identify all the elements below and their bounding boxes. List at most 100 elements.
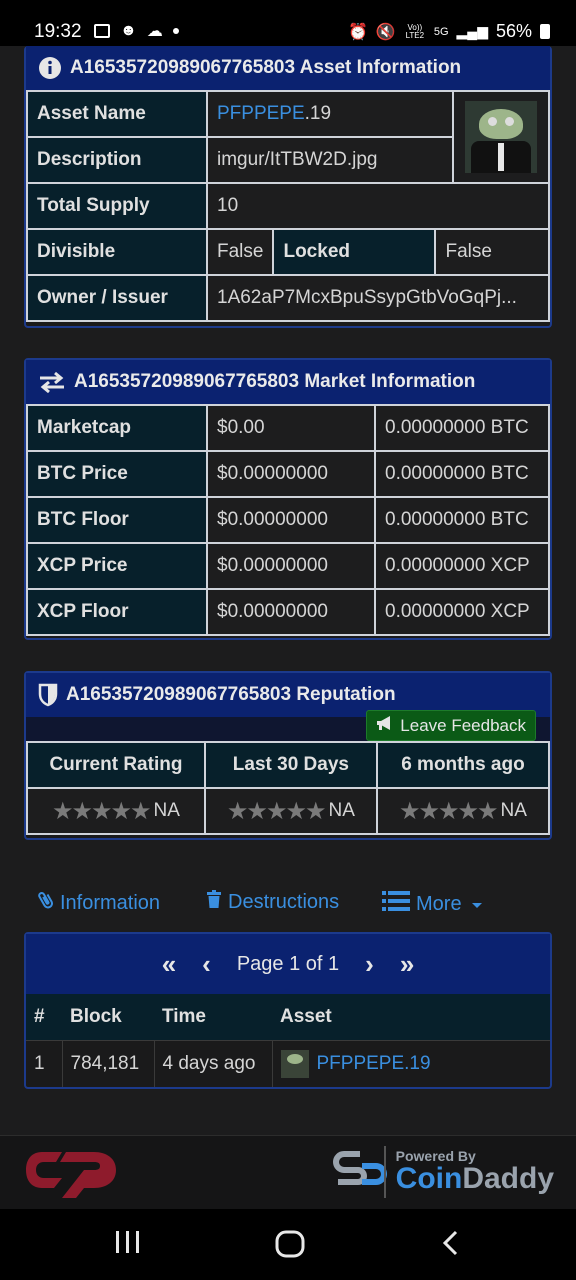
btc-price-usd: $0.00000000 [206,450,376,498]
xcp-price-native: 0.00000000 XCP [374,542,550,590]
history-table: # Block Time Asset 1 784,181 4 days ago … [26,994,550,1087]
feedback-row: Leave Feedback [26,710,550,741]
coindaddy-logo[interactable]: Powered By CoinDaddy [332,1144,554,1200]
block-link[interactable]: 784,181 [62,1040,155,1087]
owner-label: Owner / Issuer [26,274,208,322]
back-icon[interactable] [440,1229,462,1265]
description-value: imgur/ItTBW2D.jpg [206,136,454,184]
status-time: 19:32 [34,21,82,42]
bullhorn-icon [376,715,394,736]
shield-icon [38,683,58,707]
divisible-value: False [205,228,275,276]
more-notifications-dot [172,28,179,34]
owner-link[interactable]: 1A62aP7McxBpuSsypGtbVoGqPj... [206,274,550,322]
star-rating-icon: ★★★★★ [398,797,499,825]
current-rating-header: Current Rating [26,741,206,789]
list-icon [382,890,410,918]
battery-icon [540,24,550,39]
tab-destructions[interactable]: Destructions [206,890,339,914]
tab-information[interactable]: Information [38,890,160,916]
home-icon[interactable] [274,1229,306,1267]
row-number: 1 [26,1040,63,1087]
star-rating-icon: ★★★★★ [51,797,152,825]
btc-price-native: 0.00000000 BTC [374,450,550,498]
six-months-cell: ★★★★★ NA [375,787,551,835]
brand-coin: Coin [395,1162,463,1195]
first-page-icon[interactable]: « [162,949,176,980]
battery-percent: 56% [495,21,532,41]
xcp-price-label: XCP Price [26,542,208,590]
coindaddy-mark-icon [332,1146,387,1198]
mute-icon: 🔇 [375,23,396,41]
history-panel: « ‹ Page 1 of 1 › » # Block Time Asset 1… [24,932,552,1089]
total-supply-label: Total Supply [26,182,208,230]
status-bar: 19:32 ☻ ☁ ⏰ 🔇 Vo)) LTE2 5G ▂▄▆ 56% [0,0,576,46]
footer: Powered By CoinDaddy [0,1135,576,1210]
asset-image[interactable] [465,101,537,173]
recent-apps-icon[interactable] [114,1229,142,1263]
marketcap-usd: $0.00 [206,404,376,452]
current-rating-value: NA [153,800,180,821]
reputation-panel: A16535720989067765803 Reputation Leave F… [24,671,552,840]
asset-cell: PFPPEPE.19 [272,1040,550,1087]
description-label: Description [26,136,208,184]
caret-down-icon [471,903,482,908]
reputation-title: A16535720989067765803 Reputation [66,684,396,705]
coindaddy-brand: CoinDaddy [396,1162,554,1196]
six-months-value: NA [500,800,527,821]
asset-info-title: A16535720989067765803 Asset Information [70,57,462,78]
page-indicator: Page 1 of 1 [236,952,340,975]
leave-feedback-button[interactable]: Leave Feedback [366,710,536,741]
tab-more[interactable]: More [382,890,482,918]
xcp-floor-usd: $0.00000000 [206,588,376,636]
btc-price-label: BTC Price [26,450,208,498]
info-icon [38,56,62,80]
counterparty-logo[interactable] [22,1144,122,1206]
marketcap-label: Marketcap [26,404,208,452]
volte-icon: Vo)) LTE2 [405,22,425,40]
xcp-price-usd: $0.00000000 [206,542,376,590]
locked-label: Locked [272,228,437,276]
btc-floor-native: 0.00000000 BTC [374,496,550,544]
col-number-header: # [26,994,62,1041]
asset-name-suffix: .19 [304,103,332,124]
asset-info-header: A16535720989067765803 Asset Information [26,46,550,90]
marketcap-native: 0.00000000 BTC [374,404,550,452]
market-info-header: A16535720989067765803 Market Information [26,360,550,404]
btc-floor-usd: $0.00000000 [206,496,376,544]
asset-name-label: Asset Name [26,90,208,138]
coindaddy-text: Powered By CoinDaddy [396,1148,554,1196]
locked-value: False [434,228,550,276]
tab-bar: Information Destructions More [38,888,538,918]
asset-info-panel: A16535720989067765803 Asset Information … [24,46,552,328]
notification-icons: ☻ ☁ [94,21,179,41]
system-nav-bar [0,1209,576,1280]
col-block-header: Block [62,994,154,1041]
col-asset-header: Asset [272,994,550,1041]
gallery-icon [94,24,110,38]
trash-icon [206,890,222,914]
next-page-icon[interactable]: › [365,949,374,980]
last-30-days-header: Last 30 Days [203,741,378,789]
divisible-label: Divisible [26,228,208,276]
signal-icon: ▂▄▆ [456,23,488,39]
btc-floor-label: BTC Floor [26,496,208,544]
last-page-icon[interactable]: » [400,949,414,980]
star-rating-icon: ★★★★★ [226,797,327,825]
paperclip-icon [38,890,54,916]
prev-page-icon[interactable]: ‹ [202,949,211,980]
market-info-title: A16535720989067765803 Market Information [74,371,476,392]
col-time-header: Time [154,994,272,1041]
leave-feedback-label: Leave Feedback [400,715,526,735]
system-icons: ⏰ 🔇 Vo)) LTE2 5G ▂▄▆ 56% [348,21,550,42]
cloud-icon: ☁ [146,23,163,40]
asset-link[interactable]: PFPPEPE.19 [317,1053,431,1074]
asset-image-cell [452,90,550,184]
xcp-floor-label: XCP Floor [26,588,208,636]
network-type: 5G [433,25,449,38]
six-months-header: 6 months ago [375,741,551,789]
reputation-table: Current Rating Last 30 Days 6 months ago… [26,741,551,835]
current-rating-cell: ★★★★★ NA [26,787,206,835]
asset-name-link[interactable]: PFPPEPE [217,103,305,124]
xcp-floor-native: 0.00000000 XCP [374,588,550,636]
